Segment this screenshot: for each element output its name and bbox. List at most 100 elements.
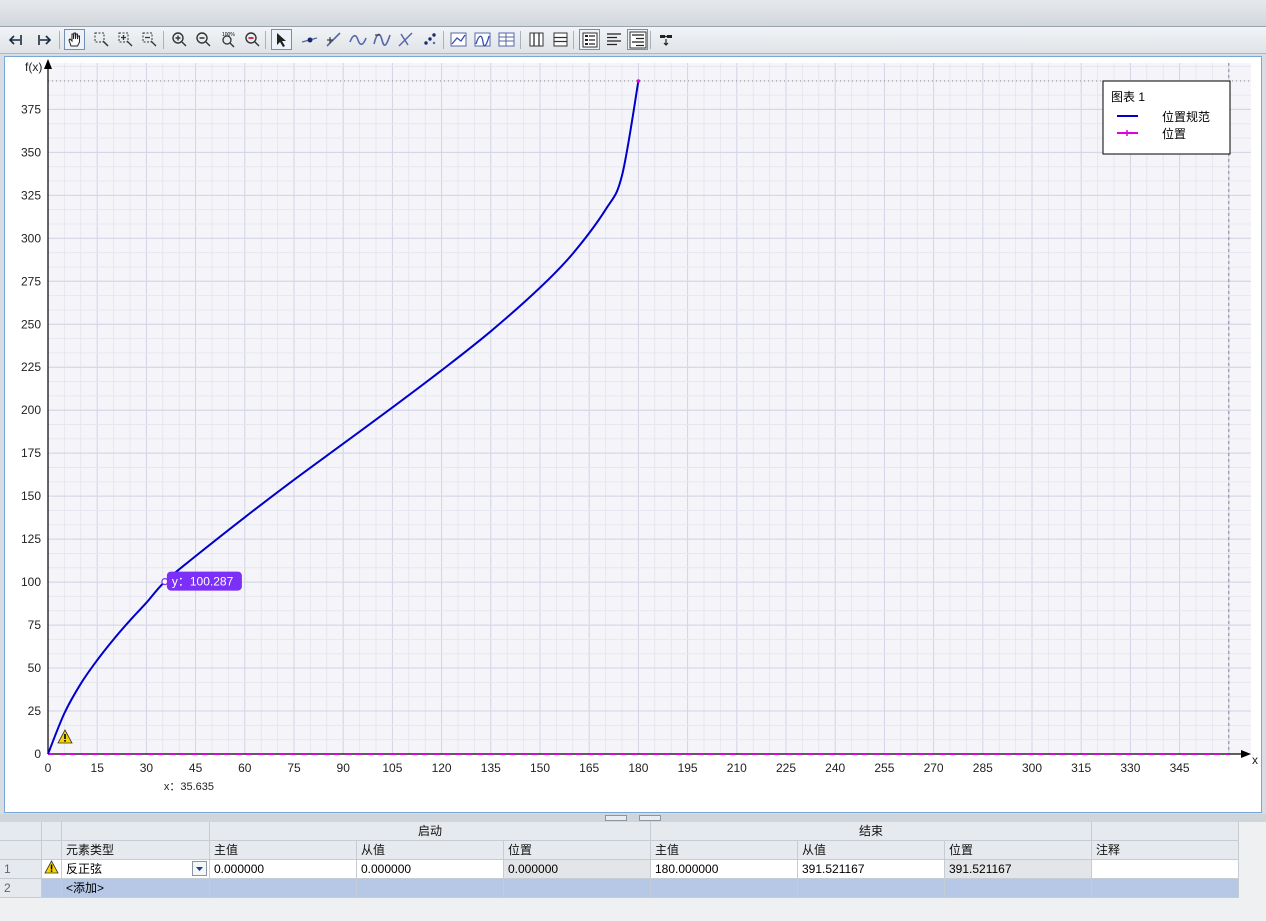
zoom-100-icon: 100% [222,32,235,48]
zoom-out-icon [196,32,211,47]
y-tick-label: 150 [21,489,41,503]
cam-chart[interactable]: 0 15 30 45 60 75 90 105 120 135 150 165 180 195 210 225… [5,57,1261,812]
zoom-out-button[interactable] [193,29,214,50]
col-header-comment[interactable]: 注释 [1092,841,1239,860]
y-tick-label: 225 [21,360,41,374]
col-header-start-position[interactable]: 位置 [504,841,651,860]
x-tick-label: 345 [1170,761,1190,775]
select-pointer-button[interactable] [271,29,292,50]
col-header-end-master[interactable]: 主值 [651,841,798,860]
toolbar-separator [443,31,444,49]
toolbar-separator [573,31,574,49]
y-tick-label: 50 [28,661,42,675]
align-left-button[interactable] [603,29,624,50]
element-type-select[interactable]: 反正弦 [62,860,210,879]
toolbar-separator [650,31,651,49]
curve-wave-button[interactable] [371,29,392,50]
columns-button[interactable] [526,29,547,50]
zoom-box-plus-button[interactable] [115,29,136,50]
measure-button[interactable] [656,29,677,50]
point-grid-button[interactable] [419,29,440,50]
y-tick-label: 200 [21,403,41,417]
legend-entry-label: 位置 [1162,126,1186,141]
hand-pan-icon [68,32,80,47]
align-right-button[interactable] [627,29,648,50]
rows-button[interactable] [550,29,571,50]
col-header-type[interactable]: 元素类型 [62,841,210,860]
x-tick-label: 105 [382,761,402,775]
col-header-start-slave[interactable]: 从值 [357,841,504,860]
zoom-in-icon [172,32,187,47]
x-tick-label: 150 [530,761,550,775]
x-tick-label: 60 [238,761,252,775]
legend-list-icon [582,32,598,48]
element-type-value: 反正弦 [66,862,103,876]
x-tick-label: 45 [189,761,203,775]
x-tick-label: 210 [727,761,747,775]
sine-curve-button[interactable] [347,29,368,50]
add-point-button[interactable] [299,29,320,50]
inverse-line-icon [398,32,413,47]
empty-cell [945,879,1092,898]
svg-text:100%: 100% [222,32,235,38]
inverse-line-button[interactable] [395,29,416,50]
start-master-value[interactable]: 0.000000 [210,860,357,879]
cursor-x-value: x：35.635 [164,781,214,793]
zoom-100-button[interactable]: 100% [218,29,239,50]
corner-cell [0,822,42,841]
y-tick-label: 350 [21,145,41,159]
y-tick-label: 25 [28,704,42,718]
graph-compare-button[interactable] [472,29,493,50]
start-slave-value[interactable]: 0.000000 [357,860,504,879]
end-master-value[interactable]: 180.000000 [651,860,798,879]
comment-value[interactable] [1092,860,1239,879]
zoom-fit-button[interactable] [242,29,263,50]
toolbar-separator [520,31,521,49]
chevron-down-icon[interactable] [192,861,207,876]
columns-icon [529,32,544,47]
zoom-box-button[interactable] [91,29,112,50]
chart-panel[interactable]: 0 15 30 45 60 75 90 105 120 135 150 165 180 195 210 225… [4,56,1262,813]
empty-cell [651,879,798,898]
graph-table-button[interactable] [496,29,517,50]
add-element-row[interactable]: <添加> [62,879,210,898]
end-point-marker[interactable] [636,79,641,83]
x-tick-label: 285 [973,761,993,775]
y-tick-label: 0 [34,747,41,761]
x-tick-label: 165 [579,761,599,775]
x-tick-label: 240 [825,761,845,775]
x-tick-label: 300 [1022,761,1042,775]
window-title-bar [0,0,1266,27]
y-tick-label: 275 [21,274,41,288]
collapse-down-button[interactable] [639,815,661,821]
legend-list-button[interactable] [579,29,600,50]
x-tick-label: 330 [1120,761,1140,775]
toolbar-separator [59,31,60,49]
arrow-right-button[interactable] [34,29,55,50]
empty-cell [798,879,945,898]
cursor-y-value: y：100.287 [172,575,234,589]
arrow-left-icon [8,35,22,45]
warning-icon [42,860,62,879]
graph-view-button[interactable] [448,29,469,50]
col-header-start-master[interactable]: 主值 [210,841,357,860]
x-axis-label: x [1252,753,1258,767]
col-header-end-slave[interactable]: 从值 [798,841,945,860]
measure-icon [660,35,672,46]
panel-splitter[interactable] [0,814,1266,822]
start-position-value: 0.000000 [504,860,651,879]
end-position-value: 391.521167 [945,860,1092,879]
x-tick-label: 270 [924,761,944,775]
end-group-header: 结束 [651,822,1092,841]
arrow-left-button[interactable] [6,29,27,50]
hand-pan-button[interactable] [64,29,85,50]
zoom-box-minus-button[interactable] [139,29,160,50]
zoom-in-button[interactable] [169,29,190,50]
line-segment-button[interactable] [323,29,344,50]
col-header-end-position[interactable]: 位置 [945,841,1092,860]
collapse-up-button[interactable] [605,815,627,821]
zoom-box-icon [94,32,109,47]
row-number: 2 [0,879,42,898]
end-slave-value[interactable]: 391.521167 [798,860,945,879]
x-tick-label: 255 [874,761,894,775]
